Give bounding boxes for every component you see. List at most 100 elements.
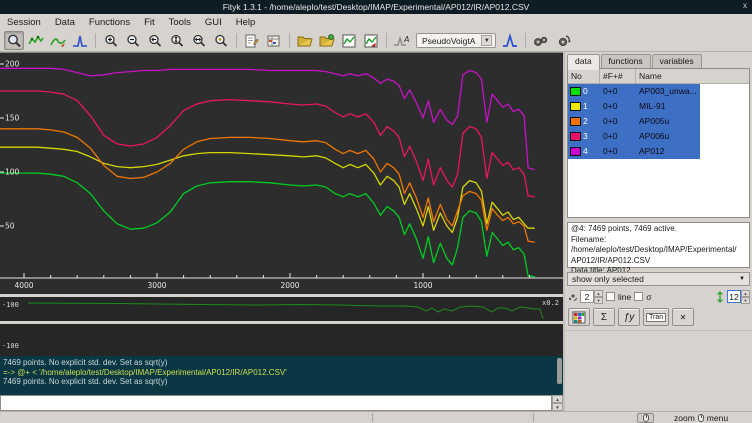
command-input[interactable] (0, 395, 552, 411)
zoom-in-button[interactable] (101, 31, 121, 50)
spin-up-icon[interactable]: ▲ (594, 290, 603, 297)
add-function-button[interactable] (500, 31, 520, 50)
dataset-row-0[interactable]: 00+0AP003_unwa... (568, 84, 700, 99)
dataset-name: MIL-91 (636, 101, 700, 111)
filter-dropdown[interactable]: show only selected ▼ (567, 272, 750, 286)
dataset-list-header: No #F+# Name (568, 69, 749, 84)
sidebar-empty-area (565, 330, 752, 411)
dataset-row-3[interactable]: 30+0AP006u (568, 129, 700, 144)
info-line: Filename: /home/aleplo/test/Desktop/IMAP… (571, 235, 746, 256)
spin-up-icon[interactable]: ▲ (741, 290, 750, 297)
console-line: =-> @+ < '/home/aleplo/test/Desktop/IMAP… (3, 368, 559, 378)
delete-dataset-button[interactable]: ✕ (672, 308, 694, 326)
menu-item-gui[interactable]: GUI (205, 17, 222, 28)
edit-script-button[interactable] (242, 31, 262, 50)
info-line: AP012/IR/AP012.CSV (571, 256, 746, 267)
zoom-all-button[interactable] (211, 31, 231, 50)
line-checkbox[interactable] (606, 292, 615, 301)
tab-variables[interactable]: variables (652, 54, 702, 69)
dataset-name: AP012 (636, 146, 700, 156)
info-line: @4: 7469 points, 7469 active. (571, 224, 746, 235)
aux-plot-1[interactable]: -100 x0.2 (0, 297, 563, 321)
tab-functions[interactable]: functions (601, 54, 651, 69)
sidebar: data functions variables No #F+# Name 00… (563, 52, 752, 411)
chevron-down-icon: ▼ (481, 35, 492, 46)
mouse-mode-button[interactable] (637, 413, 654, 423)
aux1-canvas (0, 297, 563, 321)
transform-label: Tran (646, 313, 666, 322)
close-button[interactable]: x (743, 1, 747, 10)
dataset-info: @4: 7469 points, 7469 active.Filename: /… (567, 222, 750, 268)
aux1-line (28, 303, 543, 319)
data-range-mode-button[interactable] (26, 31, 46, 50)
data-editor-button[interactable] (264, 31, 284, 50)
dataset-row-1[interactable]: 10+0MIL-91 (568, 99, 700, 114)
svg-text:2000: 2000 (280, 281, 299, 290)
dataset-list: No #F+# Name 00+0AP003_unwa...10+0MIL-91… (567, 68, 750, 218)
fit-run-button[interactable] (531, 31, 551, 50)
shift-value: 12 (727, 290, 741, 303)
auto-add-button[interactable]: A (392, 31, 412, 50)
history-up-icon[interactable]: ▲ (552, 395, 563, 403)
dataset-color-swatch[interactable] (570, 117, 581, 126)
history-down-icon[interactable]: ▼ (552, 403, 563, 411)
function-transform-button[interactable]: ƒy (618, 308, 640, 326)
menu-item-help[interactable]: Help (236, 17, 256, 28)
fityk-window: Fityk 1.3.1 - /home/aleplo/test/Desktop/… (0, 0, 752, 423)
dataset-row-4[interactable]: 40+0AP012 (568, 144, 700, 159)
dataset-number: 4 (583, 146, 600, 156)
transform-button[interactable]: Tran (643, 308, 669, 326)
toolbar-separator (236, 33, 237, 48)
mouse-icon (643, 414, 649, 422)
zoom-out-button[interactable] (123, 31, 143, 50)
dataset-row-2[interactable]: 20+0AP005u (568, 114, 700, 129)
save-session-button[interactable] (361, 31, 381, 50)
point-size-stepper[interactable]: 2 ▲▼ (580, 290, 603, 303)
menu-item-functions[interactable]: Functions (89, 17, 130, 28)
menu-item-data[interactable]: Data (55, 17, 75, 28)
shift-stepper[interactable]: 12 ▲▼ (727, 290, 750, 303)
menu-item-session[interactable]: Session (7, 17, 41, 28)
point-size-icon (567, 292, 577, 302)
dataset-color-swatch[interactable] (570, 147, 581, 156)
dataset-buttons: Σ ƒy Tran ✕ (568, 308, 752, 326)
menu-item-tools[interactable]: Tools (169, 17, 191, 28)
save-image-button[interactable] (339, 31, 359, 50)
add-peak-mode-button[interactable] (70, 31, 90, 50)
execute-script-button[interactable] (317, 31, 337, 50)
zoom-previous-button[interactable] (145, 31, 165, 50)
svg-text:100: 100 (5, 168, 20, 177)
svg-text:150: 150 (5, 114, 20, 123)
dataset-color-swatch[interactable] (570, 132, 581, 141)
function-type-select[interactable]: PseudoVoigtA ▼ (416, 33, 496, 48)
zoom-mode-button[interactable] (4, 31, 24, 50)
toolbar-separator (386, 33, 387, 48)
function-transform-label: ƒy (624, 312, 635, 323)
main-plot[interactable]: 400030002000100020015010050 (0, 52, 563, 294)
point-size-value: 2 (580, 290, 594, 303)
toolbar-separator (525, 33, 526, 48)
fit-undo-button[interactable] (553, 31, 573, 50)
zoom-horizontal-button[interactable] (189, 31, 209, 50)
line-checkbox-label: line (618, 292, 631, 302)
spin-down-icon[interactable]: ▼ (741, 297, 750, 304)
tab-data[interactable]: data (567, 54, 600, 70)
dataset-color-swatch[interactable] (570, 87, 581, 96)
console-line: 7469 points. No explicit std. dev. Set a… (3, 358, 559, 368)
toolbar: A PseudoVoigtA ▼ (0, 30, 752, 52)
dataset-colors-button[interactable] (568, 308, 590, 326)
column-name: Name (636, 69, 749, 84)
aux-plot-2[interactable]: -100 (0, 324, 563, 356)
menu-item-fit[interactable]: Fit (144, 17, 155, 28)
baseline-mode-button[interactable] (48, 31, 68, 50)
dataset-func-count: 0+0 (600, 131, 636, 141)
svg-text:1000: 1000 (413, 281, 432, 290)
dataset-color-swatch[interactable] (570, 102, 581, 111)
spin-down-icon[interactable]: ▼ (594, 297, 603, 304)
sum-button[interactable]: Σ (593, 308, 615, 326)
console-scrollbar[interactable] (557, 358, 562, 384)
open-data-button[interactable] (295, 31, 315, 50)
zoom-vertical-button[interactable] (167, 31, 187, 50)
sigma-checkbox[interactable] (634, 292, 643, 301)
svg-text:3000: 3000 (147, 281, 166, 290)
